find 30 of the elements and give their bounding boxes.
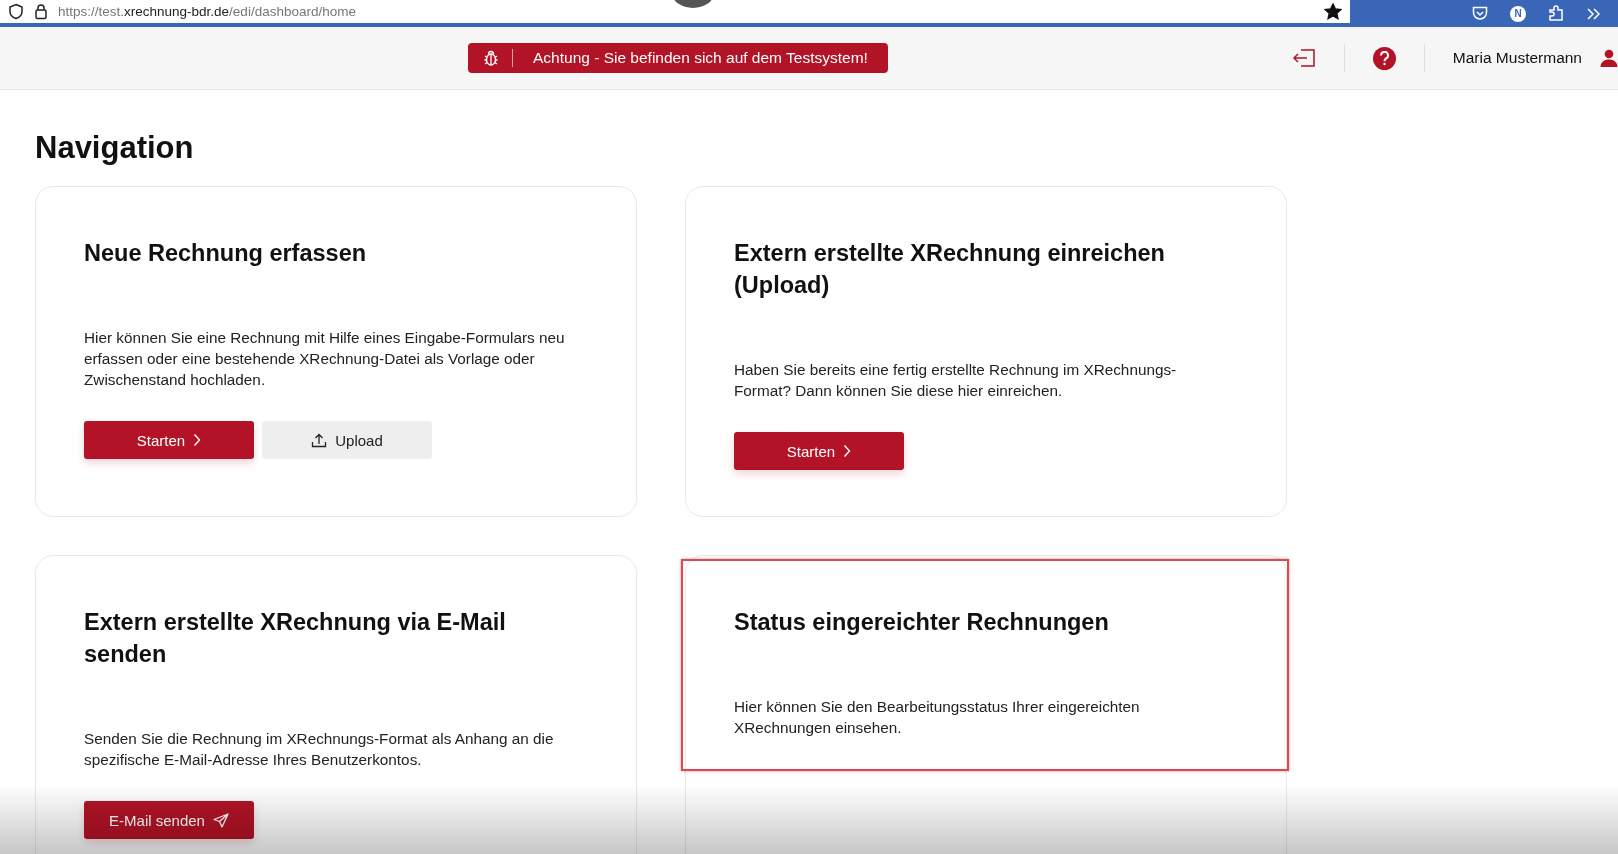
bug-icon [484,50,498,66]
lock-icon [34,3,48,20]
page-title: Navigation [35,129,195,167]
send-email-button[interactable]: E-Mail senden [84,801,254,839]
star-icon[interactable] [1324,3,1342,20]
profile-avatar[interactable]: N [1510,5,1526,22]
upload-button[interactable]: Upload [262,421,432,459]
logout-icon[interactable] [1291,48,1316,68]
card-title: Neue Rechnung erfassen [84,239,368,268]
card-description: Hier können Sie eine Rechnung mit Hilfe eines Eingabe-Formulars neu erfassen oder eine bestehende XRechnung-Datei als Vorlage oder Zwischenstand hochladen. [84,328,566,390]
chevrons-icon[interactable] [1586,6,1602,21]
card-description: Hier können Sie den Bearbeitungsstatus Ihrer eingereichten XRechnungen einsehen. [734,697,1141,738]
chevron-right-icon [193,433,202,447]
user-icon[interactable] [1600,49,1618,67]
user-name[interactable]: Maria Mustermann [1452,49,1582,67]
url-text[interactable]: https://test.xrechnung-bdr.de/edi/dashboard/home [58,4,356,19]
send-icon [212,812,229,828]
card-title: Extern erstellte XRechnung via E-Mail senden [84,608,507,669]
test-system-banner: Achtung - Sie befinden sich auf dem Testsystem! [468,43,888,73]
upload-icon [311,432,328,448]
chevron-right-icon [843,444,852,458]
card-description: Senden Sie die Rechnung im XRechnungs-Format als Anhang an die spezifische E-Mail-Adresse Ihres Benutzerkontos. [84,729,555,770]
card-title: Status eingereichter Rechnungen [734,608,1110,637]
puzzle-icon[interactable] [1548,5,1564,22]
card-title: Extern erstellte XRechnung einreichen (Upload) [734,239,1166,300]
start-button[interactable]: Starten [84,421,254,459]
shield-icon [8,3,24,20]
start-button[interactable]: Starten [734,432,904,470]
card-description: Haben Sie bereits eine fertig erstellte Rechnung im XRechnungs-Format? Dann können Sie diese hier einreichen. [734,360,1178,401]
help-icon[interactable] [1372,46,1396,70]
